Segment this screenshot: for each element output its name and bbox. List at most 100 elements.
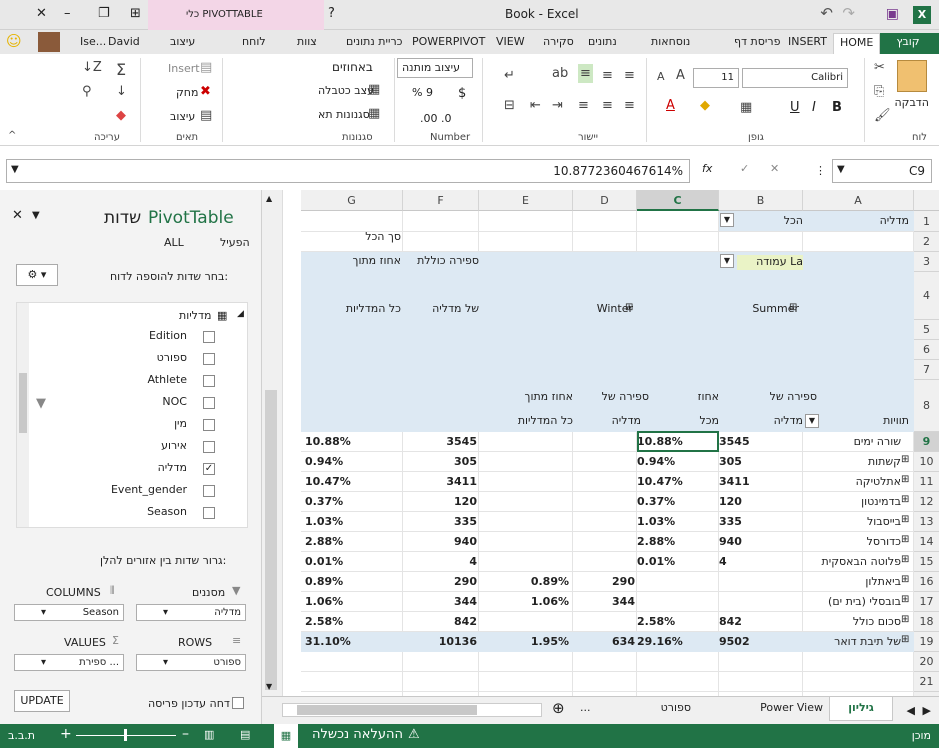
filter-dropdown-icon[interactable]: ▼ — [720, 213, 734, 227]
zoom-level[interactable]: ת.ב.ב — [8, 729, 35, 742]
tab-powerpivot[interactable]: POWERPIVOT — [406, 33, 491, 54]
horizontal-scrollbar[interactable] — [282, 703, 542, 717]
tab-data-wizard[interactable]: כריית נתונים — [340, 33, 408, 54]
field-checkbox[interactable] — [203, 397, 215, 409]
field-label[interactable]: מדליה — [158, 461, 187, 474]
zoom-slider[interactable] — [76, 729, 176, 741]
tab-formulas[interactable]: נוסחאות — [645, 33, 696, 54]
number-format-box[interactable]: עיצוב מותנה — [397, 58, 473, 78]
settings-gear-icon[interactable]: ⚙ ▾ — [16, 264, 58, 286]
close-icon[interactable]: ✕ — [36, 6, 47, 21]
column-header[interactable]: E — [479, 190, 573, 211]
row-header[interactable]: 16 — [914, 572, 939, 592]
tab-all-fields[interactable]: ALL — [164, 236, 184, 249]
formula-input[interactable]: 10.8772360467614% ▼ — [6, 159, 690, 183]
row-header[interactable]: 14 — [914, 532, 939, 552]
formula-expand-icon[interactable]: ▼ — [11, 164, 19, 175]
borders-icon[interactable]: ▦ — [740, 100, 752, 115]
column-header[interactable]: F — [403, 190, 479, 211]
grow-font-icon[interactable]: A — [676, 68, 685, 83]
sheet-tab-2[interactable]: Power View — [760, 701, 823, 714]
cancel-formula-icon[interactable]: ✕ — [770, 162, 779, 175]
value-area-item[interactable]: ספירת ... ▾ — [14, 654, 124, 671]
name-box-dropdown-icon[interactable]: ▼ — [837, 164, 845, 175]
font-color-icon[interactable]: A — [666, 98, 675, 113]
row-header[interactable]: 19 — [914, 632, 939, 652]
more-sheets[interactable]: ... — [580, 701, 591, 714]
percent-format[interactable]: % 9 — [412, 86, 433, 99]
collapse-ribbon-icon[interactable]: ^ — [8, 130, 16, 141]
field-label[interactable]: אירוע — [161, 439, 187, 452]
row-header[interactable]: 4 — [914, 272, 939, 320]
underline-button[interactable]: U — [790, 100, 800, 115]
align-bottom-icon[interactable]: ≡ — [578, 64, 593, 83]
row-header[interactable]: 20 — [914, 652, 939, 672]
row-header[interactable]: 13 — [914, 512, 939, 532]
active-cell[interactable] — [637, 431, 719, 452]
row-filter-icon[interactable]: ▼ — [805, 414, 819, 428]
row-header[interactable]: 9 — [914, 432, 939, 452]
select-all-corner[interactable] — [914, 190, 939, 211]
add-sheet-icon[interactable]: ⊕ — [552, 699, 565, 717]
fill-color-icon[interactable]: ◆ — [700, 98, 710, 113]
expand-row-icon[interactable]: ⊞ — [901, 634, 913, 648]
save-icon[interactable]: ▣ — [886, 6, 899, 22]
outdent-icon[interactable]: ⇤ — [530, 98, 541, 113]
name-box[interactable]: C9 ▼ — [832, 159, 932, 183]
winter-expand-icon[interactable]: ⊞ — [625, 302, 635, 316]
copy-icon[interactable]: ⎘ — [874, 84, 884, 99]
row-header[interactable]: 17 — [914, 592, 939, 612]
merge-icon[interactable]: ⊟ — [504, 98, 515, 113]
expand-row-icon[interactable]: ⊞ — [901, 574, 913, 588]
find-icon[interactable]: ⚲ — [82, 84, 92, 99]
format-cells-button[interactable]: עיצוב — [170, 110, 195, 123]
align-center-icon[interactable]: ≡ — [602, 98, 613, 113]
column-area-item[interactable]: Season ▾ — [14, 604, 124, 621]
expand-row-icon[interactable]: ⊞ — [901, 514, 913, 528]
field-checkbox[interactable] — [203, 507, 215, 519]
expand-row-icon[interactable]: ⊞ — [901, 454, 913, 468]
pane-close-icon[interactable]: ✕ — [12, 208, 23, 223]
page-break-icon[interactable]: ▥ — [204, 728, 214, 741]
field-checkbox[interactable] — [203, 353, 215, 365]
align-right-icon[interactable]: ≡ — [624, 98, 635, 113]
expand-row-icon[interactable]: ⊞ — [901, 494, 913, 508]
expand-row-icon[interactable]: ⊞ — [901, 534, 913, 548]
column-header[interactable]: C — [637, 190, 719, 211]
field-checkbox[interactable] — [203, 375, 215, 387]
enter-formula-icon[interactable]: ✓ — [740, 162, 749, 175]
row-header[interactable]: 18 — [914, 612, 939, 632]
tab-view[interactable]: VIEW — [490, 33, 531, 54]
row-header[interactable]: 6 — [914, 340, 939, 360]
sheet-tab-3[interactable]: ספורט — [661, 701, 691, 714]
restore-icon[interactable]: ❐ — [98, 6, 110, 21]
update-button[interactable]: UPDATE — [14, 690, 70, 712]
column-header[interactable]: D — [573, 190, 637, 211]
tab-analyze[interactable]: לוחח — [236, 33, 272, 54]
field-label[interactable]: Athlete — [147, 373, 187, 386]
row-header[interactable]: 21 — [914, 672, 939, 692]
worksheet-grid[interactable]: ABCDEFG 1 2 3 4 5 6 7 8 9 10 11 12 13 14 15 16 17 18 19 20 2… — [283, 190, 939, 696]
tab-team[interactable]: צוות — [291, 33, 323, 54]
align-top-icon[interactable]: ≡ — [624, 68, 635, 83]
fill-icon[interactable]: ↓ — [116, 84, 127, 99]
row-header[interactable]: 15 — [914, 552, 939, 572]
ribbon-options-icon[interactable]: ⊞ — [130, 6, 141, 21]
row-header[interactable]: 5 — [914, 320, 939, 340]
row-header[interactable]: 3 — [914, 252, 939, 272]
redo-icon[interactable]: ↷ — [842, 4, 855, 22]
tab-page-layout[interactable]: פריסת דף — [728, 33, 786, 54]
expand-row-icon[interactable]: ⊞ — [901, 474, 913, 488]
expand-row-icon[interactable]: ⊞ — [901, 594, 913, 608]
sort-icon[interactable]: ↓Z — [82, 60, 102, 75]
column-dropdown-icon[interactable]: ▼ — [720, 254, 734, 268]
align-left-icon[interactable]: ≡ — [578, 98, 589, 113]
clear-icon[interactable]: ◆ — [116, 108, 126, 123]
cut-icon[interactable]: ✂ — [874, 60, 885, 75]
conditional-format-button[interactable]: באחוזים — [332, 60, 373, 74]
summer-header[interactable]: Summer — [719, 302, 799, 318]
row-header[interactable]: 1 — [914, 211, 939, 232]
field-label[interactable]: NOC — [162, 395, 187, 408]
tab-file[interactable]: קובץ — [877, 33, 939, 54]
formula-more-icon[interactable]: ⋮ — [815, 164, 826, 177]
